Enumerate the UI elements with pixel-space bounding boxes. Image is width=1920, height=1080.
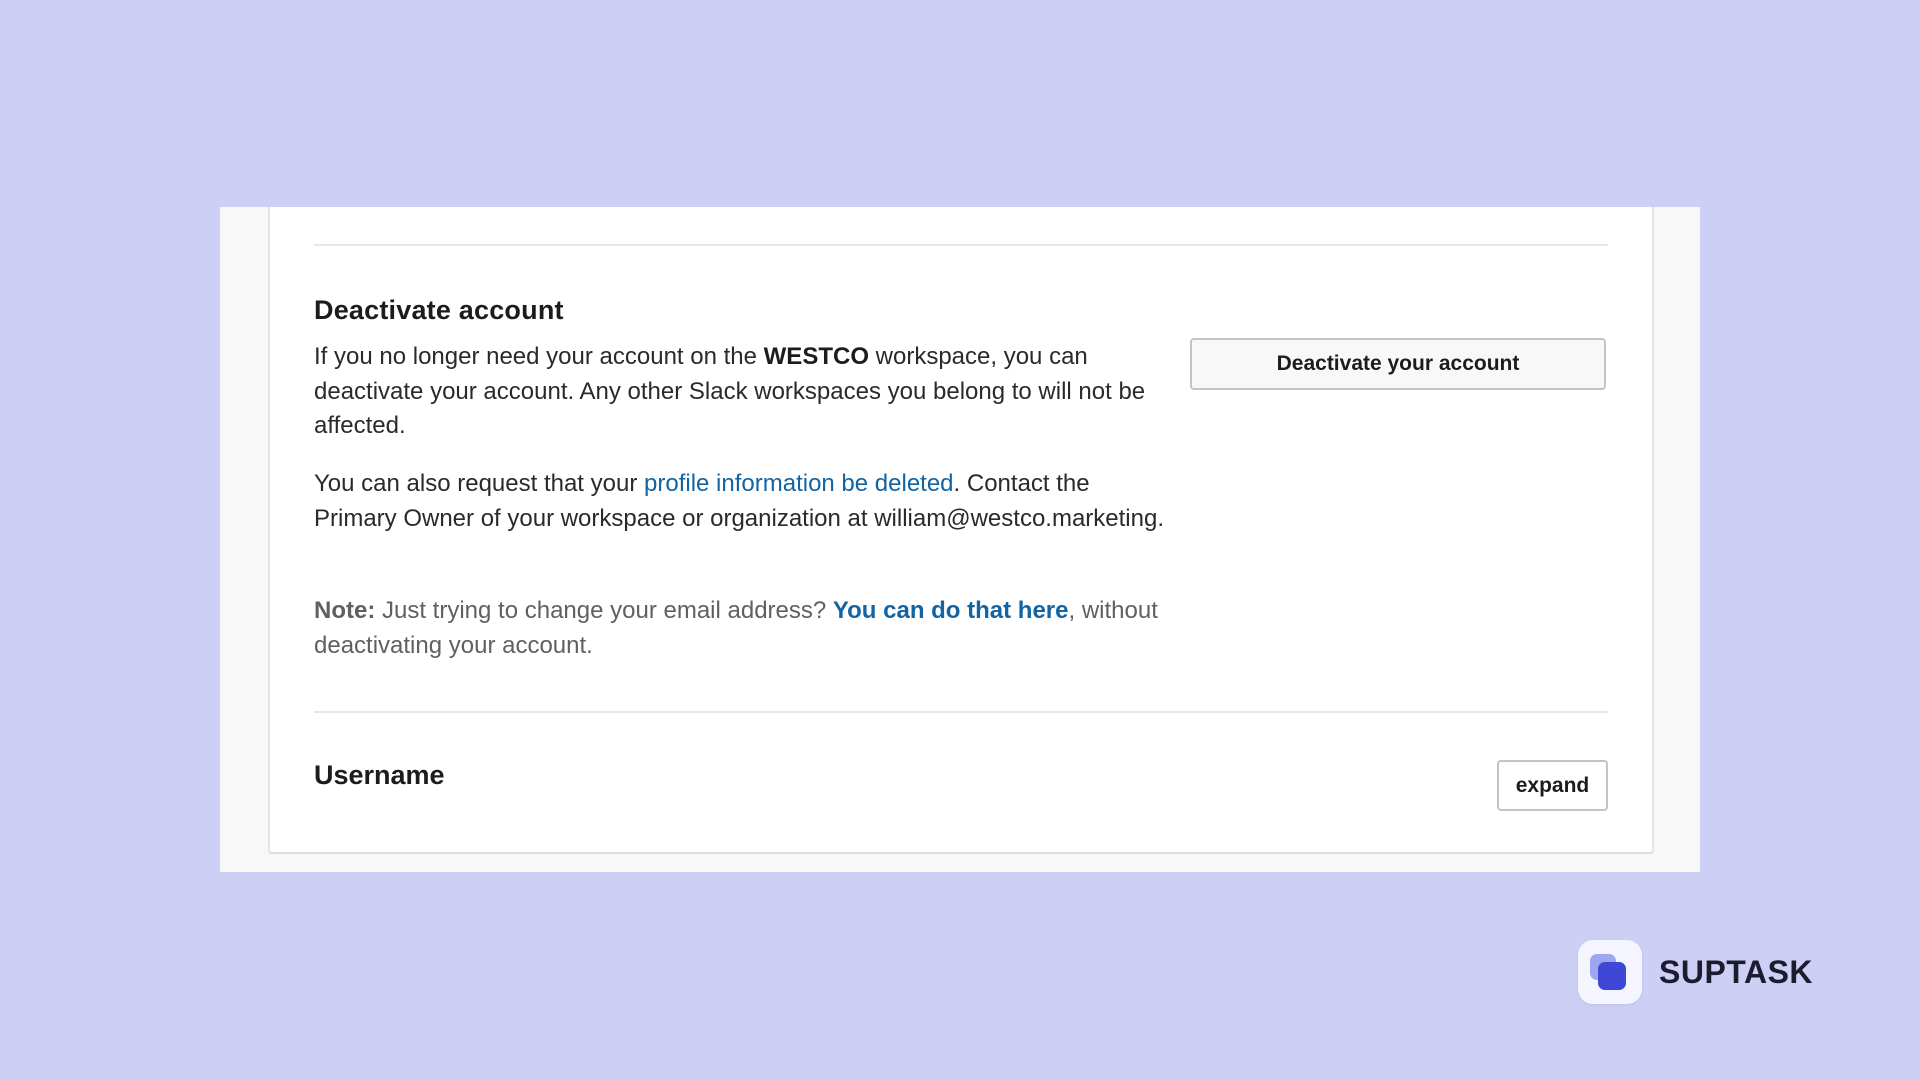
screenshot-frame: Deactivate account If you no longer need… <box>220 207 1700 872</box>
note-text: Just trying to change your email address… <box>375 597 833 624</box>
username-section-title: Username <box>314 760 445 790</box>
brand-watermark: SUPTASK <box>1578 940 1813 1004</box>
delete-profile-description: You can also request that your profile i… <box>314 467 1164 536</box>
divider <box>314 244 1608 246</box>
divider <box>314 711 1608 713</box>
profile-deletion-link[interactable]: profile information be deleted <box>644 470 954 497</box>
deactivate-section-title: Deactivate account <box>314 295 564 325</box>
deactivate-description: If you no longer need your account on th… <box>314 340 1164 444</box>
deactivate-account-button[interactable]: Deactivate your account <box>1190 338 1606 390</box>
username-expand-button[interactable]: expand <box>1497 760 1608 811</box>
note-label: Note: <box>314 597 376 624</box>
workspace-name: WESTCO <box>763 343 869 370</box>
suptask-logo-icon <box>1578 940 1642 1004</box>
brand-name: SUPTASK <box>1659 953 1814 990</box>
change-email-link[interactable]: You can do that here <box>833 597 1069 624</box>
change-email-note: Note: Just trying to change your email a… <box>314 594 1164 663</box>
description-text: If you no longer need your account on th… <box>314 343 764 370</box>
settings-panel: Deactivate account If you no longer need… <box>268 207 1654 854</box>
description-text: You can also request that your <box>314 470 644 497</box>
